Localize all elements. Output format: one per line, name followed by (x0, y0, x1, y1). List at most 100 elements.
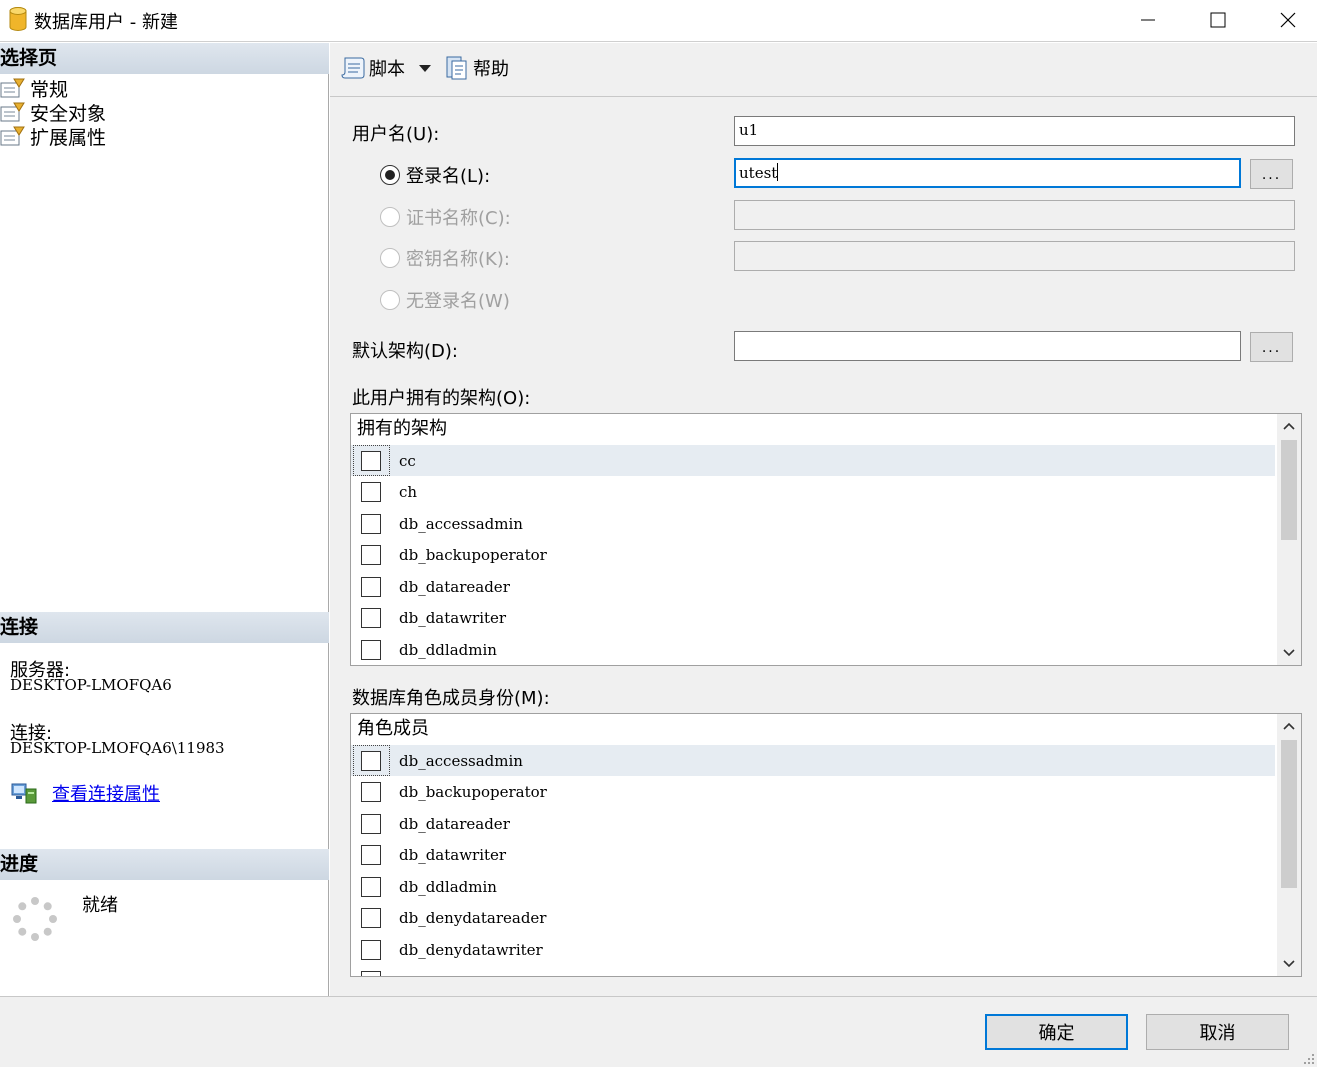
default-schema-browse-button[interactable]: ... (1250, 332, 1293, 362)
resize-grip-icon[interactable] (1303, 1053, 1315, 1065)
checkbox[interactable] (361, 939, 381, 960)
text-caret (777, 163, 779, 181)
chevron-up-icon (1283, 422, 1295, 430)
list-item-label: db_datareader (399, 577, 510, 596)
scroll-up-button[interactable] (1277, 414, 1301, 438)
login-radio[interactable] (380, 165, 400, 185)
progress-header: 进度 (0, 849, 329, 880)
role-membership-list[interactable]: 角色成员 db_accessadmin db_backupoperator db… (350, 713, 1302, 977)
chevron-down-icon (1283, 960, 1295, 968)
list-item[interactable]: db_datareader (351, 808, 1275, 839)
checkbox[interactable] (361, 607, 381, 628)
dialog-footer: 确定 取消 (0, 996, 1317, 1067)
list-item[interactable]: db_backupoperator (351, 539, 1275, 570)
checkbox[interactable] (361, 639, 381, 660)
no-login-label: 无登录名(W) (406, 291, 510, 312)
nav-label: 扩展属性 (30, 126, 107, 149)
help-label: 帮助 (473, 59, 509, 80)
list-item-label: db_denydatareader (399, 908, 547, 927)
script-label: 脚本 (369, 59, 405, 80)
nav-item-securables[interactable]: 安全对象 (0, 100, 106, 125)
checkbox[interactable] (361, 481, 381, 502)
checkbox[interactable] (361, 544, 381, 565)
certificate-input[interactable] (734, 200, 1295, 230)
scroll-thumb[interactable] (1281, 440, 1297, 540)
checkbox[interactable] (361, 513, 381, 534)
minimize-button[interactable] (1113, 0, 1183, 40)
checkbox[interactable] (361, 781, 381, 802)
list-item-label: db_datareader (399, 814, 510, 833)
list-item-label: ch (399, 482, 418, 501)
scroll-down-button[interactable] (1277, 641, 1301, 665)
key-input[interactable] (734, 241, 1295, 271)
list-item[interactable]: db_datareader (351, 571, 1275, 602)
default-schema-input[interactable] (734, 331, 1241, 361)
list-item[interactable]: db_datawriter (351, 602, 1275, 633)
certificate-radio[interactable] (380, 207, 400, 227)
window-title: 数据库用户 - 新建 (34, 12, 178, 33)
list-item[interactable]: ch (351, 476, 1275, 507)
close-icon (1280, 12, 1296, 28)
scroll-up-button[interactable] (1277, 714, 1301, 738)
checkbox[interactable] (361, 450, 381, 471)
list-item[interactable]: db_backupoperator (351, 776, 1275, 807)
checkbox[interactable] (361, 576, 381, 597)
toolbar: 脚本 帮助 (330, 43, 1317, 97)
login-browse-button[interactable]: ... (1250, 159, 1293, 189)
nav-item-extended-properties[interactable]: 扩展属性 (0, 124, 107, 149)
connection-value: DESKTOP-LMOFQA6\11983 (10, 739, 225, 757)
list-item[interactable]: db_denydatawriter (351, 934, 1275, 965)
scroll-thumb[interactable] (1281, 740, 1297, 888)
list-item-label: db_backupoperator (399, 545, 547, 564)
left-pane: 选择页 常规 安全对象 扩展属性 连接 服务器: DESKTOP-LMOFQA6… (0, 43, 329, 996)
list-item[interactable]: cc (351, 445, 1275, 476)
checkbox[interactable] (361, 876, 381, 897)
list-item[interactable]: db_ddladmin (351, 871, 1275, 902)
page-icon (0, 78, 25, 98)
chevron-up-icon (1283, 722, 1295, 730)
checkbox[interactable] (361, 907, 381, 928)
dropdown-arrow-icon (419, 65, 431, 72)
ok-button[interactable]: 确定 (985, 1014, 1128, 1050)
list-item-partial[interactable] (351, 965, 1275, 976)
owned-schemas-scrollbar[interactable] (1277, 414, 1301, 665)
username-input[interactable]: u1 (734, 116, 1295, 146)
key-label: 密钥名称(K): (406, 249, 510, 270)
select-page-header: 选择页 (0, 43, 329, 74)
database-icon (9, 7, 27, 31)
cancel-button[interactable]: 取消 (1146, 1014, 1289, 1050)
progress-spinner-icon (13, 897, 57, 941)
script-button[interactable]: 脚本 (340, 54, 405, 82)
view-connection-properties-link[interactable]: 查看连接属性 (52, 780, 160, 806)
help-button[interactable]: 帮助 (444, 54, 509, 82)
nav-label: 常规 (30, 78, 69, 101)
list-item[interactable]: db_ddladmin (351, 634, 1275, 665)
list-item-label: db_accessadmin (399, 751, 523, 770)
script-icon (341, 57, 365, 79)
scroll-down-button[interactable] (1277, 952, 1301, 976)
list-item[interactable]: db_accessadmin (351, 508, 1275, 539)
list-item[interactable]: db_accessadmin (351, 745, 1275, 776)
list-item-label: db_ddladmin (399, 640, 497, 659)
maximize-button[interactable] (1183, 0, 1253, 40)
minimize-icon (1141, 19, 1155, 21)
login-input[interactable]: utest (734, 158, 1241, 188)
username-value: u1 (739, 121, 759, 139)
list-item-label: cc (399, 451, 416, 470)
roles-scrollbar[interactable] (1277, 714, 1301, 976)
roles-label: 数据库角色成员身份(M): (352, 688, 550, 709)
list-item-label: db_datawriter (399, 845, 507, 864)
username-label: 用户名(U): (352, 124, 440, 145)
checkbox[interactable] (361, 750, 381, 771)
key-radio[interactable] (380, 248, 400, 268)
script-dropdown-button[interactable] (418, 54, 435, 82)
no-login-radio[interactable] (380, 290, 400, 310)
list-item[interactable]: db_denydatareader (351, 902, 1275, 933)
owned-schemas-list[interactable]: 拥有的架构 cc ch db_accessadmin db_backupoper… (350, 413, 1302, 666)
checkbox[interactable] (361, 813, 381, 834)
checkbox[interactable] (361, 970, 381, 976)
close-button[interactable] (1253, 0, 1317, 40)
list-item[interactable]: db_datawriter (351, 839, 1275, 870)
nav-item-general[interactable]: 常规 (0, 76, 69, 101)
checkbox[interactable] (361, 844, 381, 865)
